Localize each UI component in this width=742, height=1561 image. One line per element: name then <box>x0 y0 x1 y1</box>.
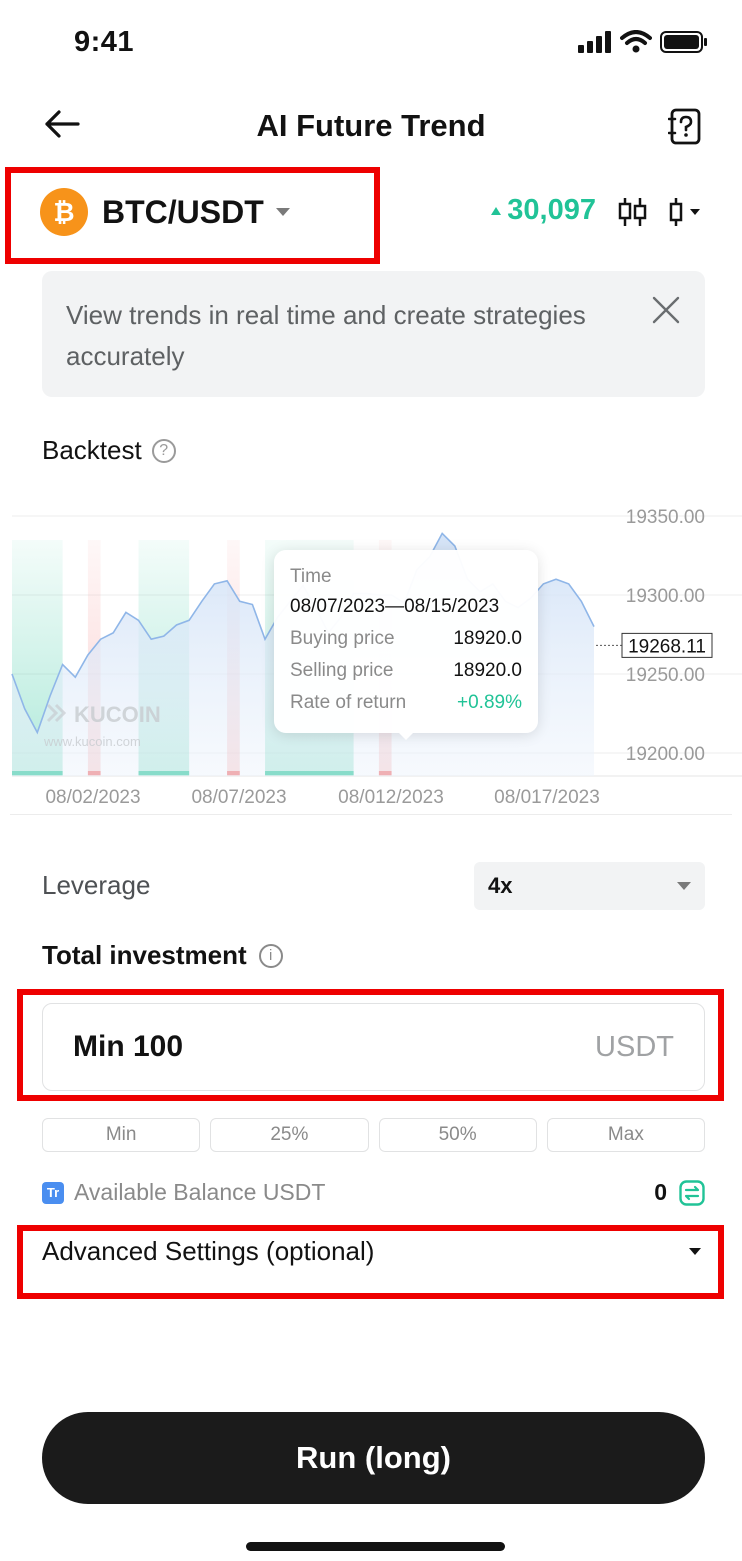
home-indicator <box>246 1542 505 1551</box>
max-button[interactable]: Max <box>546 1118 705 1152</box>
info-icon[interactable]: i <box>258 943 283 968</box>
x-tick-label: 08/07/2023 <box>191 787 286 808</box>
run-long-button[interactable]: Run (long) <box>42 1412 705 1504</box>
leverage-value: 4x <box>488 873 513 898</box>
tooltip-return-label: Rate of return <box>290 692 407 713</box>
pct-25-button[interactable]: 25% <box>210 1118 369 1152</box>
close-icon[interactable] <box>651 295 681 325</box>
backtest-heading: Backtest ? <box>42 435 176 466</box>
x-tick-label: 08/017/2023 <box>494 787 600 808</box>
tooltip-buying-value: 18920.0 <box>453 628 522 649</box>
pct-50-button[interactable]: 50% <box>378 1118 537 1152</box>
price-value: 30,097 <box>507 194 596 226</box>
candlestick-icon[interactable] <box>618 196 648 228</box>
wifi-icon <box>620 30 652 53</box>
y-tick-label: 19300.00 <box>626 586 705 607</box>
transfer-icon[interactable] <box>679 1179 705 1206</box>
highlight-pair <box>5 167 380 264</box>
watermark-url: www.kucoin.com <box>43 734 141 749</box>
leverage-label: Leverage <box>42 870 151 900</box>
x-tick-label: 08/02/2023 <box>45 787 140 808</box>
status-icons <box>578 30 708 54</box>
last-price: 30,097 <box>491 194 596 227</box>
y-tick-label: 19200.00 <box>626 744 705 765</box>
x-tick-label: 08/012/2023 <box>338 787 444 808</box>
highlight-investment <box>17 989 724 1101</box>
y-tick-label: 19250.00 <box>626 665 705 686</box>
tooltip-time-label: Time <box>290 566 332 587</box>
leverage-select[interactable]: 4x <box>474 862 705 910</box>
info-banner: View trends in real time and create stra… <box>42 271 705 397</box>
chart-tooltip: Time 08/07/2023—08/15/2023 Buying price … <box>274 550 538 733</box>
tooltip-selling-label: Selling price <box>290 660 394 681</box>
tooltip-pointer <box>396 730 416 740</box>
current-value-label: 19268.11 <box>628 636 706 657</box>
highlight-advanced <box>17 1225 724 1299</box>
signal-icon <box>578 31 611 53</box>
investment-label: Total investment <box>42 940 247 970</box>
tooltip-return-value: +0.89% <box>457 692 522 713</box>
chevron-down-icon <box>677 882 691 890</box>
balance-row: Tr Available Balance USDT 0 <box>42 1179 705 1206</box>
tooltip-buying-label: Buying price <box>290 628 395 649</box>
tooltip-time-value: 08/07/2023—08/15/2023 <box>290 596 500 617</box>
status-time: 9:41 <box>74 26 135 58</box>
min-button[interactable]: Min <box>42 1118 201 1152</box>
trading-account-icon: Tr <box>42 1181 64 1204</box>
y-tick-label: 19350.00 <box>626 507 705 528</box>
investment-heading: Total investment i <box>42 940 283 971</box>
help-book-icon[interactable] <box>668 108 702 146</box>
watermark-logo: KUCOIN <box>74 702 161 727</box>
banner-text: View trends in real time and create stra… <box>66 300 586 371</box>
price-up-icon <box>491 206 502 215</box>
page-title: AI Future Trend <box>256 108 486 143</box>
help-circle-icon[interactable]: ? <box>151 438 176 463</box>
divider <box>10 814 732 815</box>
chart-settings-icon[interactable] <box>666 196 702 228</box>
quick-amount-buttons: Min 25% 50% Max <box>42 1118 705 1152</box>
balance-label: Available Balance USDT <box>74 1179 326 1205</box>
backtest-label: Backtest <box>42 435 142 465</box>
tooltip-selling-value: 18920.0 <box>453 660 522 681</box>
balance-value: 0 <box>654 1179 667 1205</box>
battery-icon <box>660 31 707 53</box>
